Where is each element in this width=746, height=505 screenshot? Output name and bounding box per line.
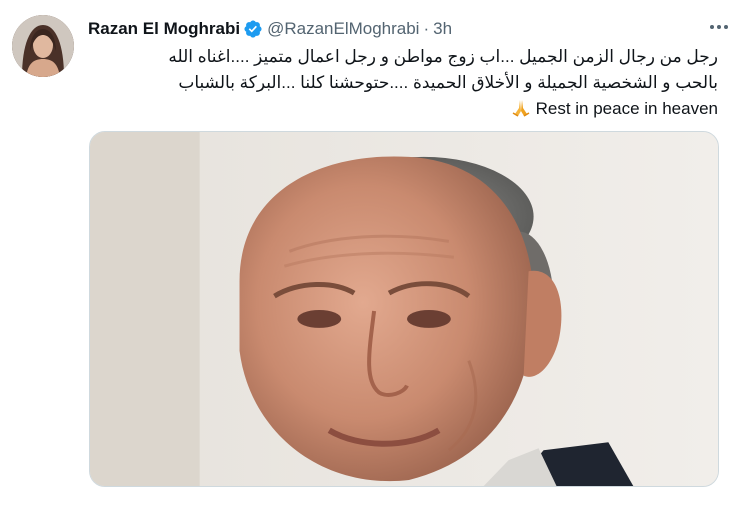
tweet-text-line-3-label: Rest in peace in heaven bbox=[535, 99, 718, 118]
author-display-name[interactable]: Razan El Moghrabi bbox=[88, 19, 240, 39]
avatar-image bbox=[12, 15, 74, 77]
author-handle[interactable]: @RazanElMoghrabi bbox=[267, 19, 419, 39]
author-avatar[interactable] bbox=[12, 15, 74, 77]
tweet-text: رجل من رجال الزمن الجميل ...اب زوج مواطن… bbox=[92, 44, 718, 122]
tweet-text-line-1: رجل من رجال الزمن الجميل ...اب زوج مواطن… bbox=[168, 47, 718, 66]
more-horizontal-icon bbox=[710, 25, 714, 29]
tweet-text-line-3: Rest in peace in heaven bbox=[92, 96, 718, 122]
folded-hands-emoji-icon bbox=[512, 100, 529, 117]
more-options-button[interactable] bbox=[706, 16, 732, 38]
tweet-header: Razan El Moghrabi @RazanElMoghrabi · 3h bbox=[88, 16, 452, 42]
header-separator: · bbox=[423, 19, 430, 38]
tweet-text-line-2: بالحب و الشخصية الجميلة و الأخلاق الحميد… bbox=[178, 73, 718, 92]
tweet-timestamp[interactable]: 3h bbox=[433, 19, 452, 39]
tweet-photo[interactable] bbox=[89, 131, 719, 487]
verified-badge-icon bbox=[244, 20, 262, 38]
portrait-photo bbox=[90, 132, 718, 486]
tweet[interactable]: Razan El Moghrabi @RazanElMoghrabi · 3h … bbox=[0, 0, 746, 505]
